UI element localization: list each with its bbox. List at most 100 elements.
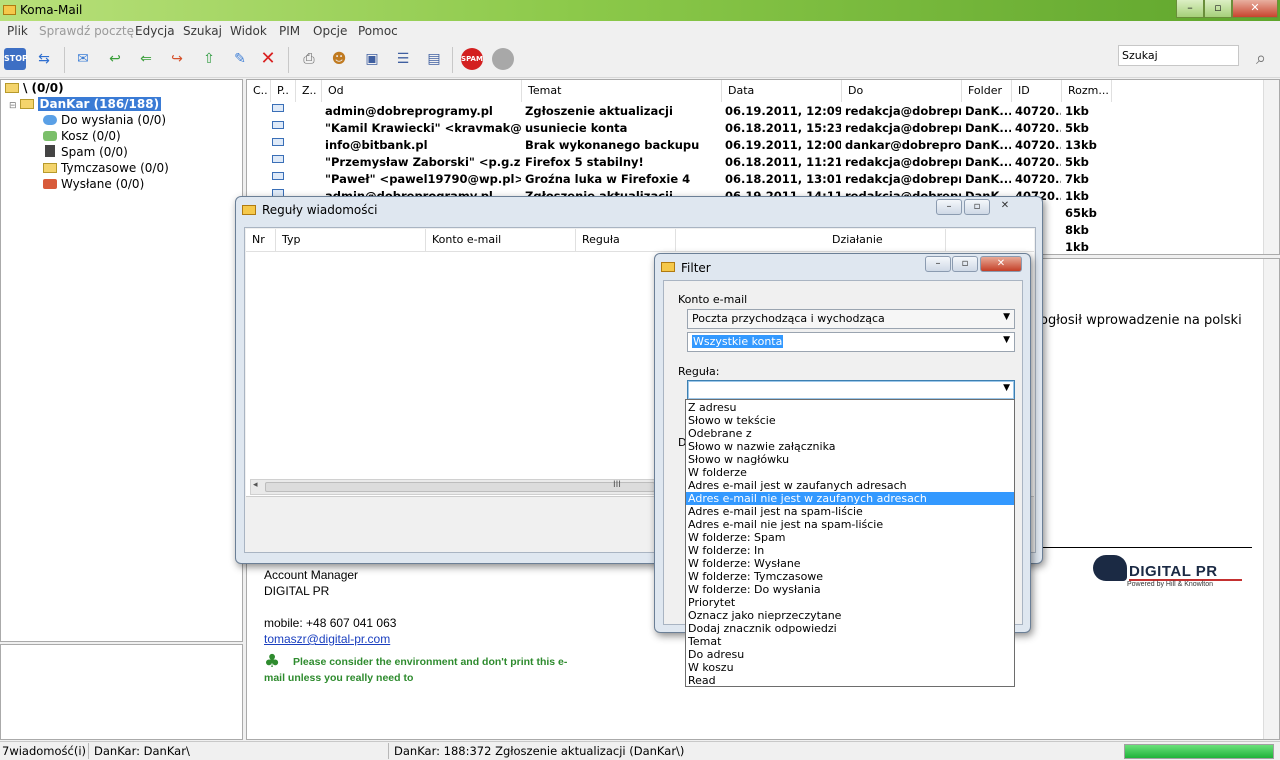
rules-maximize-button[interactable]: ▫ xyxy=(964,199,990,215)
rule-option[interactable]: Oznacz jako nieprzeczytane xyxy=(686,609,1014,622)
status-bar: 7wiadomość(i) DanKar: DanKar\ DanKar: 18… xyxy=(0,741,1280,760)
table-row[interactable]: info@bitbank.pl Brak wykonanego backupu 06… xyxy=(247,137,1263,154)
filter-maximize-button[interactable]: ▫ xyxy=(952,256,978,272)
signature-email-link[interactable]: tomaszr@digital-pr.com xyxy=(264,632,390,646)
rule-option[interactable]: W folderze: Do wysłania xyxy=(686,583,1014,596)
delete-icon[interactable]: ✕ xyxy=(257,48,279,70)
message-list-scrollbar[interactable] xyxy=(1263,80,1279,254)
table-row[interactable]: "Kamil Krawiecki" <kravmak@g... usuniecie… xyxy=(247,120,1263,137)
menu-help[interactable]: Pomoc xyxy=(358,24,398,38)
rules-close-button[interactable]: ✕ xyxy=(992,199,1018,215)
menu-pim[interactable]: PIM xyxy=(279,24,300,38)
rule-option[interactable]: Odebrane z xyxy=(686,427,1014,440)
folder-root[interactable]: \ (0/0) xyxy=(5,81,64,95)
rules-col-type[interactable]: Typ xyxy=(276,229,426,251)
rule-option[interactable]: W folderze: Spam xyxy=(686,531,1014,544)
rule-option[interactable]: Adres e-mail nie jest w zaufanych adresa… xyxy=(686,492,1014,505)
col-header-p[interactable]: P.. xyxy=(271,80,296,102)
rules-col-rule[interactable]: Reguła xyxy=(576,229,676,251)
spam-icon[interactable]: SPAM xyxy=(461,48,483,70)
new-mail-icon[interactable]: ✉ xyxy=(72,48,94,70)
rule-option[interactable]: Dodaj znacznik odpowiedzi xyxy=(686,622,1014,635)
mark-icon[interactable]: ✎ xyxy=(229,48,251,70)
table-row[interactable]: admin@dobreprogramy.pl Zgłoszenie aktuali… xyxy=(247,103,1263,120)
cell-size: 1kb xyxy=(1065,104,1089,118)
calendar-icon[interactable]: ▣ xyxy=(361,48,383,70)
rule-option[interactable]: Temat xyxy=(686,635,1014,648)
col-header-size[interactable]: Rozm... xyxy=(1062,80,1112,102)
rules-hscrollbar[interactable]: ◂ III xyxy=(250,479,660,495)
rule-option[interactable]: W folderze: Tymczasowe xyxy=(686,570,1014,583)
forward-icon[interactable]: ↪ xyxy=(166,48,188,70)
scroll-left-icon[interactable]: ◂ xyxy=(253,480,258,490)
menu-search[interactable]: Szukaj xyxy=(183,24,222,38)
rule-option[interactable]: Adres e-mail jest w zaufanych adresach xyxy=(686,479,1014,492)
rule-option[interactable]: Adres e-mail nie jest na spam-liście xyxy=(686,518,1014,531)
col-header-date[interactable]: Data xyxy=(722,80,842,102)
status-circle-icon[interactable] xyxy=(492,48,514,70)
col-header-z[interactable]: Z.. xyxy=(296,80,322,102)
eco-tree-icon: ♣ xyxy=(264,651,281,672)
rule-option[interactable]: Read xyxy=(686,674,1014,687)
col-header-folder[interactable]: Folder xyxy=(962,80,1012,102)
rules-col-nr[interactable]: Nr xyxy=(246,229,276,251)
rule-option[interactable]: W folderze: In xyxy=(686,544,1014,557)
tasks-icon[interactable]: ☰ xyxy=(392,48,414,70)
status-message: DanKar: 188:372 Zgłoszenie aktualizacji … xyxy=(394,744,685,758)
menu-file[interactable]: Plik xyxy=(7,24,28,38)
col-header-id[interactable]: ID xyxy=(1012,80,1062,102)
folder-drafts[interactable]: Tymczasowe (0/0) xyxy=(43,161,169,175)
rule-option[interactable]: W folderze: Wysłane xyxy=(686,557,1014,570)
rule-option[interactable]: Adres e-mail jest na spam-liście xyxy=(686,505,1014,518)
direction-select[interactable]: Poczta przychodząca i wychodząca ▼ xyxy=(687,309,1015,329)
contacts-icon[interactable]: ☻ xyxy=(328,48,350,70)
table-row[interactable]: "Paweł" <pawel19790@wp.pl> Groźna luka w … xyxy=(247,171,1263,188)
reply-icon[interactable]: ↩ xyxy=(104,48,126,70)
print-icon[interactable]: ⎙ xyxy=(298,48,320,70)
unread-mail-icon xyxy=(272,121,284,129)
notes-icon[interactable]: ▤ xyxy=(423,48,445,70)
col-header-to[interactable]: Do xyxy=(842,80,962,102)
folder-spam[interactable]: Spam (0/0) xyxy=(43,145,128,159)
table-row[interactable]: "Przemysław Zaborski" <p.g.zab... Firefox… xyxy=(247,154,1263,171)
rules-col-action[interactable]: Działanie xyxy=(826,229,946,251)
menu-options[interactable]: Opcje xyxy=(313,24,347,38)
rules-col-account[interactable]: Konto e-mail xyxy=(426,229,576,251)
send-receive-icon[interactable]: ⇆ xyxy=(33,48,55,70)
col-header-subject[interactable]: Temat xyxy=(522,80,722,102)
menu-edit[interactable]: Edycja xyxy=(135,24,175,38)
filter-minimize-button[interactable]: – xyxy=(925,256,951,272)
preview-scrollbar[interactable] xyxy=(1263,259,1279,739)
minimize-button[interactable]: – xyxy=(1176,0,1204,18)
export-icon[interactable]: ⇧ xyxy=(198,48,220,70)
folder-trash[interactable]: Kosz (0/0) xyxy=(43,129,121,143)
close-button[interactable]: ✕ xyxy=(1232,0,1278,18)
unread-mail-icon xyxy=(272,172,284,180)
rule-option[interactable]: W folderze xyxy=(686,466,1014,479)
cell-date: 06.18.2011, 11:21:... xyxy=(725,155,841,169)
rule-option[interactable]: Słowo w tekście xyxy=(686,414,1014,427)
rule-option[interactable]: Do adresu xyxy=(686,648,1014,661)
cell-to: redakcja@dobrepr... xyxy=(845,121,961,135)
menu-check-mail[interactable]: Sprawdź pocztę xyxy=(39,24,134,38)
attachment-icon[interactable]: ⌕ xyxy=(1250,48,1272,70)
folder-sent[interactable]: Wysłane (0/0) xyxy=(43,177,144,191)
filter-close-button[interactable]: ✕ xyxy=(980,256,1022,272)
reply-all-icon[interactable]: ⇐ xyxy=(135,48,157,70)
maximize-button[interactable]: ▫ xyxy=(1204,0,1232,18)
col-header-from[interactable]: Od xyxy=(322,80,522,102)
folder-outbox[interactable]: Do wysłania (0/0) xyxy=(43,113,166,127)
rule-option[interactable]: W koszu xyxy=(686,661,1014,674)
account-select[interactable]: Wszystkie konta ▼ xyxy=(687,332,1015,352)
rules-minimize-button[interactable]: – xyxy=(936,199,962,215)
folder-account[interactable]: ⊟ DanKar (186/188) xyxy=(9,97,162,111)
search-input[interactable]: Szukaj xyxy=(1118,45,1239,66)
rule-option[interactable]: Z adresu xyxy=(686,401,1014,414)
rule-option[interactable]: Słowo w nagłówku xyxy=(686,453,1014,466)
stop-icon[interactable]: STOP xyxy=(4,48,28,70)
menu-view[interactable]: Widok xyxy=(230,24,267,38)
rule-select[interactable]: ▼ xyxy=(687,380,1015,400)
rule-option[interactable]: Słowo w nazwie załącznika xyxy=(686,440,1014,453)
col-header-c[interactable]: C.. xyxy=(247,80,271,102)
rule-option[interactable]: Priorytet xyxy=(686,596,1014,609)
